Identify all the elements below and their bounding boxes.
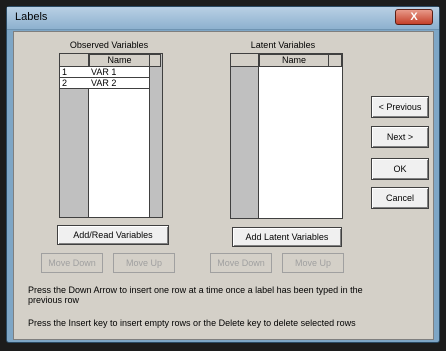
row-number[interactable]: 1	[60, 67, 89, 78]
grid-corner	[60, 54, 89, 67]
end-column-header	[328, 54, 342, 67]
variable-name-cell[interactable]: VAR 1	[89, 67, 149, 78]
variable-name-cell[interactable]: VAR 2	[89, 78, 149, 89]
cancel-button[interactable]: Cancel	[371, 187, 429, 209]
latent-variables-grid[interactable]: Name	[230, 53, 343, 219]
dialog-client: Observed Variables Name 1 VAR 1 2 VAR 2 …	[13, 31, 434, 340]
window-title: Labels	[15, 11, 48, 23]
observed-variables-grid[interactable]: Name 1 VAR 1 2 VAR 2	[59, 53, 163, 218]
grid-body[interactable]	[259, 67, 342, 218]
row-number[interactable]: 2	[60, 78, 89, 89]
ok-button[interactable]: OK	[371, 158, 429, 180]
column-divider	[149, 67, 150, 217]
observed-move-up-button[interactable]: Move Up	[113, 253, 175, 273]
latent-move-up-button[interactable]: Move Up	[282, 253, 344, 273]
observed-move-down-button[interactable]: Move Down	[41, 253, 103, 273]
previous-button[interactable]: < Previous	[371, 96, 429, 118]
end-column-header	[149, 54, 161, 67]
instruction-insert-delete: Press the Insert key to insert empty row…	[28, 318, 356, 328]
row-header-column	[231, 54, 259, 218]
title-bar[interactable]: Labels X	[7, 7, 439, 30]
add-read-variables-button[interactable]: Add/Read Variables	[57, 225, 169, 245]
next-button[interactable]: Next >	[371, 126, 429, 148]
latent-variables-label: Latent Variables	[250, 40, 316, 50]
latent-move-down-button[interactable]: Move Down	[210, 253, 272, 273]
labels-dialog: Labels X Observed Variables Name 1 VAR 1…	[6, 6, 440, 343]
grid-corner	[231, 54, 259, 67]
name-column-header[interactable]: Name	[89, 54, 150, 67]
close-button[interactable]: X	[395, 9, 433, 25]
observed-variables-label: Observed Variables	[69, 40, 149, 50]
grid-body[interactable]	[89, 67, 149, 217]
name-column-header[interactable]: Name	[259, 54, 329, 67]
instruction-line: previous row	[28, 295, 80, 305]
instruction-down-arrow: Press the Down Arrow to insert one row a…	[28, 285, 428, 305]
add-latent-variables-button[interactable]: Add Latent Variables	[232, 227, 342, 247]
instruction-line: Press the Down Arrow to insert one row a…	[28, 285, 363, 295]
